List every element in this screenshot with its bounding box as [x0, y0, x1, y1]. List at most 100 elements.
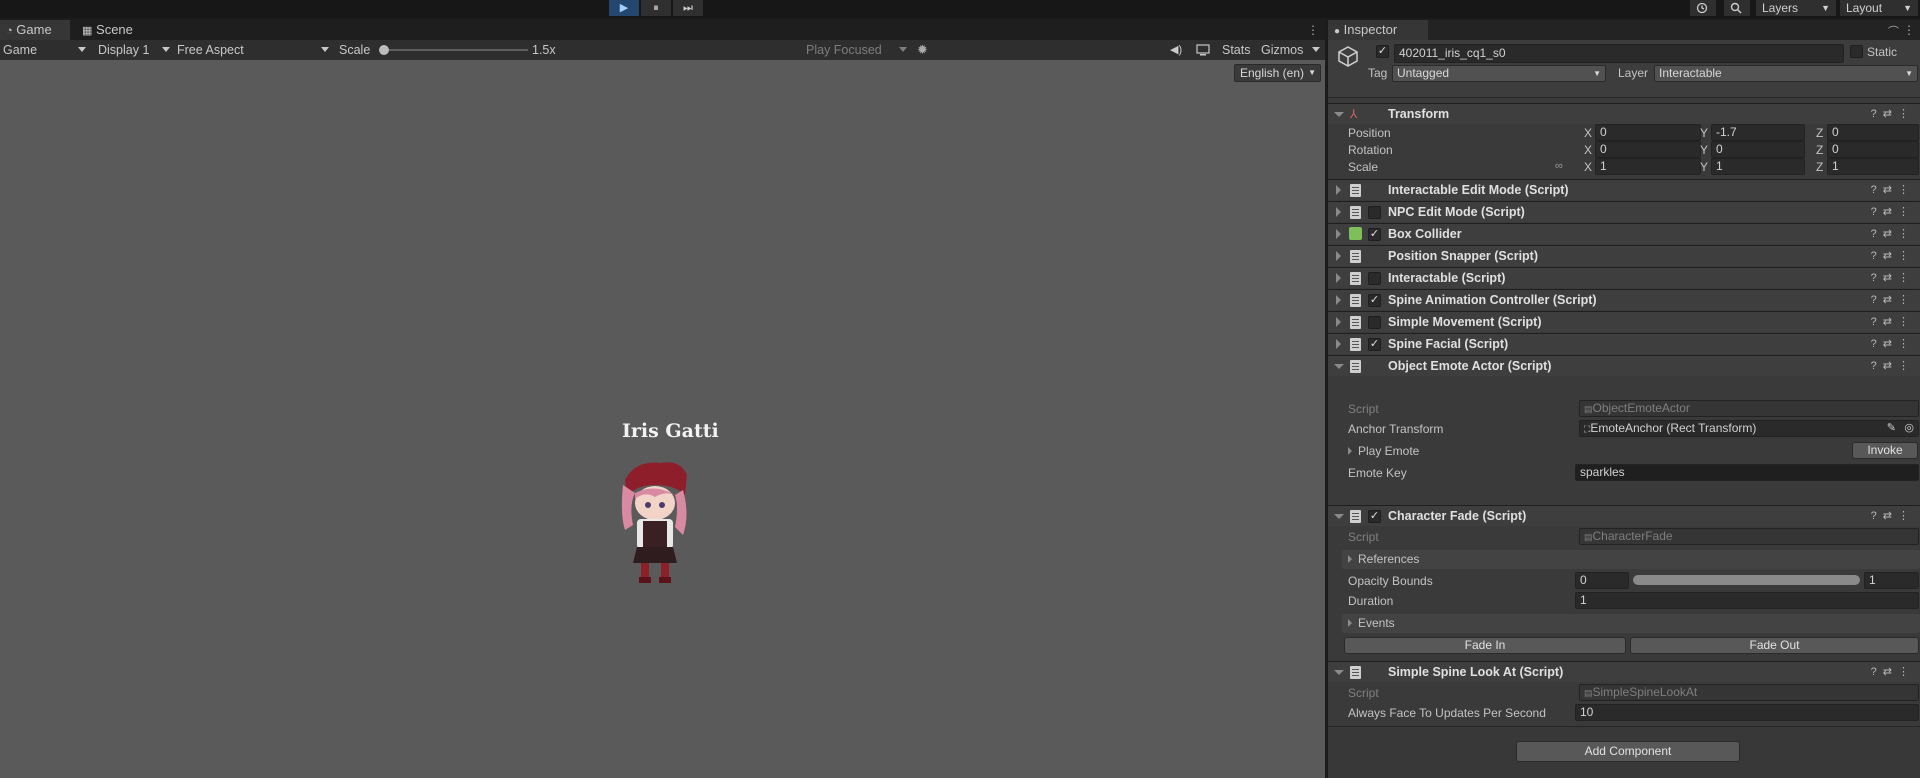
- gizmos-dropdown[interactable]: Gizmos: [1261, 40, 1321, 60]
- component-simple-movement[interactable]: Simple Movement (Script) ?⇄⋮: [1328, 311, 1920, 332]
- enable-checkbox[interactable]: ✓: [1368, 228, 1381, 241]
- active-checkbox[interactable]: ✓: [1376, 45, 1389, 58]
- layer-dropdown[interactable]: Interactable ▼: [1654, 65, 1918, 82]
- component-interactable[interactable]: Interactable (Script) ?⇄⋮: [1328, 267, 1920, 288]
- mute-audio-icon[interactable]: ◀): [1170, 40, 1182, 60]
- position-z-field[interactable]: 0: [1827, 124, 1919, 141]
- search-button[interactable]: [1724, 0, 1750, 16]
- component-tools[interactable]: ?⇄⋮: [1871, 506, 1915, 527]
- fade-out-button[interactable]: Fade Out: [1630, 637, 1919, 654]
- fold-arrow-icon[interactable]: [1336, 251, 1341, 261]
- component-transform[interactable]: ⅄ Transform ?⇄⋮: [1328, 103, 1920, 124]
- component-tools[interactable]: ?⇄⋮: [1871, 334, 1915, 355]
- component-tools[interactable]: ?⇄⋮: [1871, 268, 1915, 289]
- stats-button[interactable]: Stats: [1222, 40, 1251, 60]
- opacity-min-field[interactable]: 0: [1575, 572, 1629, 589]
- component-spine-animation-controller[interactable]: ✓ Spine Animation Controller (Script) ?⇄…: [1328, 289, 1920, 310]
- game-view[interactable]: English (en) ▼ Iris Gatti: [0, 60, 1325, 778]
- emote-key-field[interactable]: sparkles: [1575, 464, 1919, 481]
- component-tools[interactable]: ?⇄⋮: [1871, 104, 1915, 125]
- component-tools[interactable]: ?⇄⋮: [1871, 662, 1915, 683]
- fold-arrow-icon[interactable]: [1334, 364, 1344, 369]
- fold-arrow-icon[interactable]: [1336, 229, 1341, 239]
- rotation-y-field[interactable]: 0: [1711, 141, 1805, 158]
- component-object-emote-actor[interactable]: Object Emote Actor (Script) ?⇄⋮: [1328, 355, 1920, 376]
- component-tools[interactable]: ?⇄⋮: [1871, 312, 1915, 333]
- scale-y-field[interactable]: 1: [1711, 158, 1805, 175]
- fold-arrow-icon[interactable]: [1334, 112, 1344, 117]
- tab-inspector[interactable]: ● Inspector: [1328, 20, 1428, 40]
- fold-arrow-icon[interactable]: [1336, 273, 1341, 283]
- play-button[interactable]: ▶: [609, 0, 639, 16]
- fold-arrow-icon[interactable]: [1336, 207, 1341, 217]
- character-sprite[interactable]: [605, 455, 705, 590]
- component-spine-facial[interactable]: ✓ Spine Facial (Script) ?⇄⋮: [1328, 333, 1920, 354]
- component-npc-edit-mode[interactable]: NPC Edit Mode (Script) ?⇄⋮: [1328, 201, 1920, 222]
- position-y-field[interactable]: -1.7: [1711, 124, 1805, 141]
- component-tools[interactable]: ?⇄⋮: [1871, 290, 1915, 311]
- anchor-transform-field[interactable]: ⛶EmoteAnchor (Rect Transform) ✎ ◎: [1579, 420, 1919, 437]
- invoke-button[interactable]: Invoke: [1852, 442, 1918, 459]
- stats-toggle-icon[interactable]: [1196, 40, 1210, 60]
- pause-button[interactable]: ⏸: [641, 0, 671, 16]
- fold-arrow-icon[interactable]: [1336, 317, 1341, 327]
- scale-x-field[interactable]: 1: [1595, 158, 1701, 175]
- position-x-field[interactable]: 0: [1595, 124, 1701, 141]
- language-dropdown[interactable]: English (en) ▼: [1233, 64, 1321, 82]
- fold-arrow-icon[interactable]: [1336, 295, 1341, 305]
- component-tools[interactable]: ?⇄⋮: [1871, 202, 1915, 223]
- rotation-z-field[interactable]: 0: [1827, 141, 1919, 158]
- component-simple-spine-look-at[interactable]: Simple Spine Look At (Script) ?⇄⋮: [1328, 661, 1920, 682]
- enable-checkbox[interactable]: [1368, 206, 1381, 219]
- display-mode-dropdown[interactable]: Game: [3, 40, 87, 60]
- component-tools[interactable]: ?⇄⋮: [1871, 180, 1915, 201]
- component-tools[interactable]: ?⇄⋮: [1871, 246, 1915, 267]
- references-foldout[interactable]: References: [1342, 550, 1920, 569]
- duration-field[interactable]: 1: [1575, 592, 1919, 609]
- aspect-dropdown[interactable]: Free Aspect: [177, 40, 332, 60]
- fold-arrow-icon[interactable]: [1334, 514, 1344, 519]
- enable-checkbox[interactable]: [1368, 272, 1381, 285]
- layers-dropdown[interactable]: Layers ▼: [1756, 0, 1836, 16]
- tab-game[interactable]: ◔ Game: [0, 20, 70, 40]
- component-interactable-edit-mode[interactable]: Interactable Edit Mode (Script) ?⇄⋮: [1328, 179, 1920, 200]
- more-options-icon[interactable]: ⋮: [1903, 23, 1915, 37]
- fold-arrow-icon[interactable]: [1336, 339, 1341, 349]
- object-picker-icon[interactable]: ◎: [1904, 421, 1914, 436]
- fade-in-button[interactable]: Fade In: [1344, 637, 1626, 654]
- static-checkbox[interactable]: [1850, 45, 1863, 58]
- events-foldout[interactable]: Events: [1342, 614, 1920, 633]
- lock-icon[interactable]: ⌒: [1888, 23, 1899, 39]
- pencil-icon[interactable]: ✎: [1887, 421, 1896, 436]
- component-tools[interactable]: ?⇄⋮: [1871, 224, 1915, 245]
- link-icon[interactable]: ∞: [1555, 160, 1563, 172]
- history-button[interactable]: [1690, 0, 1716, 16]
- enable-checkbox[interactable]: ✓: [1368, 294, 1381, 307]
- step-button[interactable]: ⏭: [673, 0, 703, 16]
- opacity-range-slider[interactable]: [1633, 575, 1860, 585]
- more-options-icon[interactable]: ⋮: [1307, 23, 1319, 37]
- add-component-button[interactable]: Add Component: [1516, 741, 1740, 762]
- play-focused-dropdown[interactable]: Play Focused: [806, 40, 907, 60]
- enable-checkbox[interactable]: ✓: [1368, 510, 1381, 523]
- scale-z-field[interactable]: 1: [1827, 158, 1919, 175]
- fold-arrow-icon[interactable]: [1334, 670, 1344, 675]
- enable-checkbox[interactable]: ✓: [1368, 338, 1381, 351]
- updates-per-second-field[interactable]: 10: [1575, 704, 1919, 721]
- fold-arrow-icon[interactable]: [1336, 185, 1341, 195]
- object-name-field[interactable]: 402011_iris_cq1_s0: [1394, 44, 1844, 63]
- layout-dropdown[interactable]: Layout ▼: [1840, 0, 1918, 16]
- opacity-max-field[interactable]: 1: [1864, 572, 1919, 589]
- component-character-fade[interactable]: ✓ Character Fade (Script) ?⇄⋮: [1328, 505, 1920, 526]
- tab-scene[interactable]: ▦ Scene: [76, 20, 146, 40]
- scale-slider[interactable]: [383, 49, 528, 51]
- component-box-collider[interactable]: ✓ Box Collider ?⇄⋮: [1328, 223, 1920, 244]
- display-dropdown[interactable]: Display 1: [98, 40, 172, 60]
- component-position-snapper[interactable]: Position Snapper (Script) ?⇄⋮: [1328, 245, 1920, 266]
- bug-icon[interactable]: ✹: [917, 40, 928, 60]
- enable-checkbox[interactable]: [1368, 316, 1381, 329]
- component-tools[interactable]: ?⇄⋮: [1871, 356, 1915, 377]
- rotation-x-field[interactable]: 0: [1595, 141, 1701, 158]
- tag-dropdown[interactable]: Untagged ▼: [1392, 65, 1606, 82]
- play-emote-foldout[interactable]: Play Emote: [1342, 442, 1842, 461]
